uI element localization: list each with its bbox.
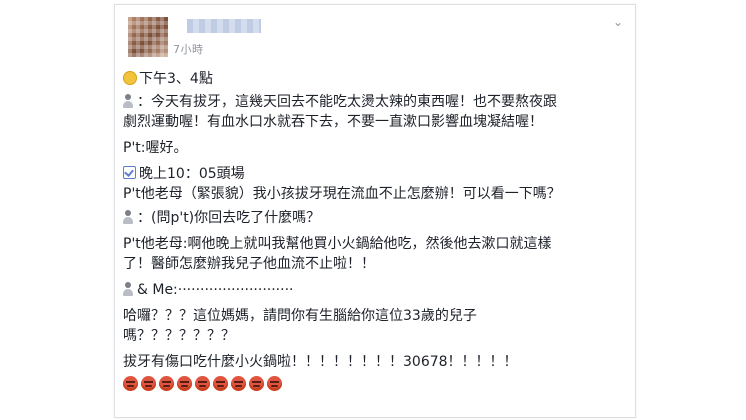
angry-emoji-icon	[231, 376, 246, 391]
post-line-13: 拔牙有傷口吃什麼小火鍋啦！！！！！！！！30678！！！！！	[123, 352, 627, 372]
post-timestamp[interactable]: 7小時	[173, 41, 204, 57]
angry-emoji-icon	[177, 376, 192, 391]
post-body: 下午3、4點 ：今天有拔牙，這幾天回去不能吃太燙太辣的東西喔！也不要熬夜跟 劇烈…	[123, 67, 627, 397]
angry-emoji-icon	[267, 376, 282, 391]
angry-emoji-icon	[159, 376, 174, 391]
post-line-12: 嗎？？？？？？？	[123, 326, 627, 346]
line-text: 拔牙有傷口吃什麼小火鍋啦！！！！！！！！30678！！！！！	[123, 354, 518, 370]
post-line-1: 下午3、4點	[123, 69, 627, 89]
angry-emoji-icon	[195, 376, 210, 391]
angry-emoji-icon	[141, 376, 156, 391]
line-text: P't他老母（緊張貌）我小孩拔牙現在流血不止怎麼辦！可以看一下嗎？	[123, 186, 561, 202]
person-icon	[123, 94, 133, 108]
line-text: & Me:··························	[137, 282, 294, 298]
facebook-post-card: 7小時 ⌄ 下午3、4點 ：今天有拔牙，這幾天回去不能吃太燙太辣的東西喔！也不要…	[114, 4, 636, 418]
person-icon	[123, 210, 133, 224]
checkbox-icon	[123, 166, 136, 179]
post-line-6: P't他老母（緊張貌）我小孩拔牙現在流血不止怎麼辦！可以看一下嗎？	[123, 184, 627, 204]
angry-emoji-icon	[123, 376, 138, 391]
person-icon	[123, 282, 133, 296]
line-text: 下午3、4點	[139, 71, 213, 87]
line-text: 劇烈運動喔！有血水口水就吞下去，不要一直漱口影響血塊凝結喔！	[123, 114, 543, 130]
post-line-8: P't他老母:啊他晚上就叫我幫他買小火鍋給他吃，然後他去漱口就這樣	[123, 234, 627, 254]
line-text: P't他老母:啊他晚上就叫我幫他買小火鍋給他吃，然後他去漱口就這樣	[123, 236, 552, 252]
chevron-down-icon[interactable]: ⌄	[611, 16, 625, 28]
avatar[interactable]	[128, 17, 168, 57]
line-text: 了！醫師怎麼辦我兒子他血流不止啦！！	[123, 256, 375, 272]
line-text: 哈囉？？？這位媽媽，請問你有生腦給你這位33歲的兒子	[123, 308, 477, 324]
post-line-2: ：今天有拔牙，這幾天回去不能吃太燙太辣的東西喔！也不要熬夜跟	[123, 92, 627, 112]
line-text: 晚上10：05頭場	[139, 166, 245, 182]
smile-emoji-icon	[123, 71, 137, 85]
screenshot-frame: 7小時 ⌄ 下午3、4點 ：今天有拔牙，這幾天回去不能吃太燙太辣的東西喔！也不要…	[0, 0, 746, 420]
post-line-10: & Me:··························	[123, 280, 627, 300]
line-text: ：(問p't)你回去吃了什麼嗎？	[137, 210, 321, 226]
post-line-4: P't:喔好。	[123, 138, 627, 158]
post-line-9: 了！醫師怎麼辦我兒子他血流不止啦！！	[123, 254, 627, 274]
angry-emoji-icon	[249, 376, 264, 391]
line-text: P't:喔好。	[123, 140, 188, 156]
post-line-7: ：(問p't)你回去吃了什麼嗎？	[123, 208, 627, 228]
angry-emoji-row	[123, 376, 627, 397]
angry-emoji-icon	[213, 376, 228, 391]
author-name-blurred[interactable]	[187, 19, 261, 33]
line-text: ：今天有拔牙，這幾天回去不能吃太燙太辣的東西喔！也不要熬夜跟	[137, 94, 557, 110]
post-line-5: 晚上10：05頭場	[123, 164, 627, 184]
post-line-11: 哈囉？？？這位媽媽，請問你有生腦給你這位33歲的兒子	[123, 306, 627, 326]
line-text: 嗎？？？？？？？	[123, 328, 235, 344]
post-line-3: 劇烈運動喔！有血水口水就吞下去，不要一直漱口影響血塊凝結喔！	[123, 112, 627, 132]
